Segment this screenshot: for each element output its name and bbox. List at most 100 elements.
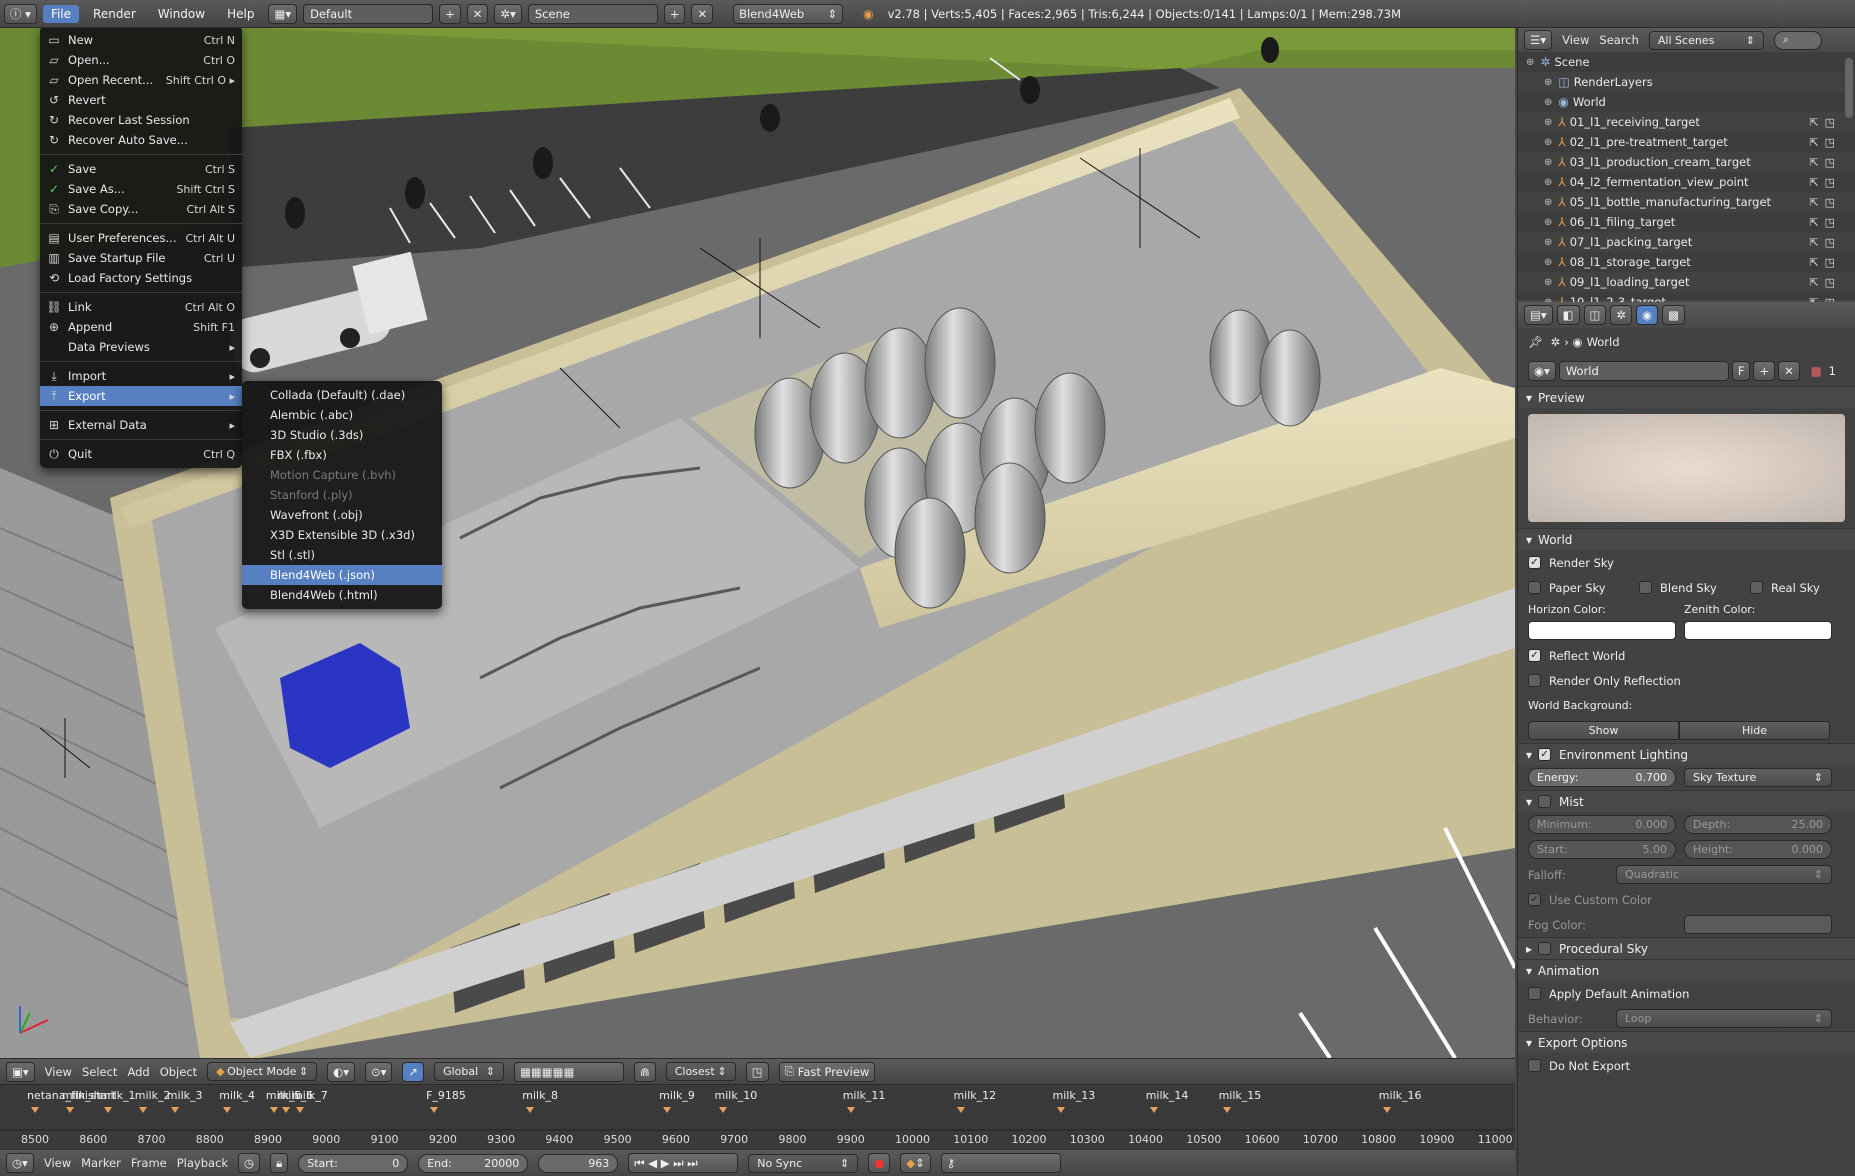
expand-toggle-icon[interactable]: ⊕: [1544, 257, 1552, 268]
render-only-reflection-row[interactable]: Render Only Reflection: [1518, 668, 1855, 693]
mist-height-field[interactable]: Height: 0.000: [1684, 840, 1832, 859]
expand-toggle-icon[interactable]: ⊕: [1544, 77, 1552, 88]
world-name-field[interactable]: World: [1558, 361, 1729, 381]
file-menu-item-quit[interactable]: ⏻ Quit Ctrl Q: [40, 444, 242, 464]
expand-toggle-icon[interactable]: ⊕: [1544, 97, 1552, 108]
file-menu-item-open[interactable]: ▱ Open... Ctrl O: [40, 50, 242, 70]
outliner-item[interactable]: ⊕ ⅄ 09_l1_loading_target ⇱◳: [1518, 272, 1855, 292]
render-tab-icon[interactable]: ◧: [1556, 305, 1580, 325]
outliner-view-menu[interactable]: View: [1562, 33, 1589, 47]
timeline-marker-icon[interactable]: [846, 1107, 855, 1113]
pivot-dropdown[interactable]: ⊙ ▾: [365, 1061, 393, 1082]
file-menu-item-link[interactable]: ⛓︎ Link Ctrl Alt O: [40, 297, 242, 317]
scene-tab-icon[interactable]: ✲: [1610, 305, 1633, 325]
render-engine-dropdown[interactable]: Blend4Web ⇕: [733, 3, 844, 24]
mist-start-field[interactable]: Start: 5.00: [1528, 840, 1676, 859]
manipulator-toggle[interactable]: ↗: [402, 1061, 425, 1082]
menu-file[interactable]: File: [42, 4, 80, 23]
export-menu-item-3d-studio-3ds[interactable]: 3D Studio (.3ds): [242, 425, 442, 445]
restrict-toggles[interactable]: ⇱◳: [1809, 216, 1841, 229]
add-scene-button[interactable]: +: [663, 3, 686, 24]
outliner-scrollbar[interactable]: [1845, 58, 1853, 118]
render-sky-row[interactable]: ✓ Render Sky: [1518, 550, 1855, 575]
viewport-select-menu[interactable]: Select: [82, 1065, 117, 1079]
file-menu-item-save-as[interactable]: ✓ Save As... Shift Ctrl S: [40, 179, 242, 199]
unlink-world-button[interactable]: ✕: [1778, 361, 1800, 381]
paper-sky-checkbox[interactable]: [1528, 581, 1541, 594]
outliner-item[interactable]: ⊕ ◫ RenderLayers: [1518, 72, 1855, 92]
timeline-marker-icon[interactable]: [718, 1107, 727, 1113]
file-menu-item-append[interactable]: ⊕ Append Shift F1: [40, 317, 242, 337]
zenith-color-swatch[interactable]: [1684, 621, 1832, 640]
3d-viewport[interactable]: ▭ New Ctrl N ▱ Open... Ctrl O ▱ Open Recent... S…: [0, 28, 1515, 1058]
add-layout-button[interactable]: +: [439, 3, 461, 24]
keying-set-dropdown[interactable]: ◆ ⇕: [900, 1153, 931, 1173]
environment-lighting-checkbox[interactable]: ✓: [1538, 748, 1552, 761]
export-menu-item-x3d-extensible-3d-x3d[interactable]: X3D Extensible 3D (.x3d): [242, 525, 442, 545]
snap-toggle[interactable]: ⋒: [634, 1061, 656, 1082]
preview-range-toggle[interactable]: ◷: [238, 1153, 261, 1173]
file-menu-item-export[interactable]: ⤒ Export ▸: [40, 386, 242, 406]
viewport-editor-type-button[interactable]: ▣ ▾: [6, 1061, 35, 1082]
viewport-object-menu[interactable]: Object: [160, 1065, 197, 1079]
layout-selector-button[interactable]: ▦ ▾: [268, 3, 298, 24]
timeline-marker-icon[interactable]: [30, 1107, 39, 1113]
timeline-marker-icon[interactable]: [1149, 1107, 1158, 1113]
scene-name-field[interactable]: Scene: [527, 3, 658, 24]
export-menu-item-alembic-abc[interactable]: Alembic (.abc): [242, 405, 442, 425]
world-browse-button[interactable]: ◉▾: [1528, 361, 1556, 381]
mist-depth-field[interactable]: Depth: 25.00: [1684, 815, 1832, 834]
show-button[interactable]: Show: [1528, 721, 1679, 740]
scene-selector-button[interactable]: ✲ ▾: [494, 3, 522, 24]
start-frame-field[interactable]: Start: 0: [298, 1153, 409, 1173]
outliner-item[interactable]: ⊕ ⅄ 03_l1_production_cream_target ⇱◳: [1518, 152, 1855, 172]
timeline-marker-icon[interactable]: [269, 1107, 278, 1113]
render-layers-tab-icon[interactable]: ◫: [1583, 305, 1607, 325]
restrict-toggles[interactable]: ⇱◳: [1809, 276, 1841, 289]
outliner-item[interactable]: ⊕ ⅄ 01_l1_receiving_target ⇱◳: [1518, 112, 1855, 132]
expand-toggle-icon[interactable]: ⊕: [1544, 177, 1552, 188]
apply-default-animation-row[interactable]: Apply Default Animation: [1518, 981, 1855, 1006]
world-panel-header[interactable]: ▾ World: [1518, 528, 1855, 550]
file-menu-item-recover-last-session[interactable]: ↻ Recover Last Session: [40, 110, 242, 130]
sync-mode-dropdown[interactable]: No Sync ⇕: [748, 1153, 859, 1173]
timeline-marker-icon[interactable]: [296, 1107, 305, 1113]
viewport-add-menu[interactable]: Add: [127, 1065, 149, 1079]
outliner-search-input[interactable]: ⌕: [1773, 30, 1822, 50]
export-menu-item-stl-stl[interactable]: Stl (.stl): [242, 545, 442, 565]
file-menu-item-revert[interactable]: ↺ Revert: [40, 90, 242, 110]
expand-toggle-icon[interactable]: ⊕: [1544, 277, 1552, 288]
preview-panel-header[interactable]: ▾ Preview: [1518, 386, 1855, 408]
render-preview-button[interactable]: ◳: [745, 1061, 769, 1082]
pin-icon[interactable]: 📌︎: [1528, 335, 1543, 349]
timeline-view-menu[interactable]: View: [44, 1156, 71, 1170]
outliner-display-mode-dropdown[interactable]: All Scenes ⇕: [1648, 30, 1764, 50]
export-options-header[interactable]: ▾ Export Options: [1518, 1031, 1855, 1053]
timeline-marker-icon[interactable]: [1222, 1107, 1231, 1113]
delete-layout-button[interactable]: ✕: [466, 3, 489, 24]
fake-user-button[interactable]: F: [1731, 361, 1751, 381]
mist-panel-header[interactable]: ▾ Mist: [1518, 790, 1855, 812]
fast-preview-button[interactable]: ⎘ Fast Preview: [778, 1061, 876, 1082]
timeline-playback-menu[interactable]: Playback: [177, 1156, 228, 1170]
restrict-toggles[interactable]: ⇱◳: [1809, 196, 1841, 209]
blend-sky-checkbox[interactable]: [1639, 581, 1652, 594]
procedural-sky-header[interactable]: ▸ Procedural Sky: [1518, 937, 1855, 959]
menu-render[interactable]: Render: [85, 5, 144, 23]
mist-minimum-field[interactable]: Minimum: 0.000: [1528, 815, 1676, 834]
orientation-dropdown[interactable]: Global ⇕: [434, 1062, 505, 1081]
outliner-search-menu[interactable]: Search: [1599, 33, 1639, 47]
keying-set-field[interactable]: ⚷: [940, 1153, 1061, 1173]
do-not-export-checkbox[interactable]: [1528, 1059, 1541, 1072]
timeline-editor-type-button[interactable]: ◷ ▾: [6, 1153, 34, 1173]
render-only-reflection-checkbox[interactable]: [1528, 674, 1541, 687]
outliner-item[interactable]: ⊕ ⅄ 06_l1_filing_target ⇱◳: [1518, 212, 1855, 232]
mist-checkbox[interactable]: [1538, 795, 1552, 808]
hide-button[interactable]: Hide: [1679, 721, 1830, 740]
outliner-item[interactable]: ⊕ ✲ Scene: [1518, 52, 1855, 72]
file-menu-item-recover-auto-save[interactable]: ↻ Recover Auto Save...: [40, 130, 242, 150]
restrict-toggles[interactable]: ⇱◳: [1809, 236, 1841, 249]
use-custom-color-checkbox[interactable]: ✓: [1528, 893, 1541, 906]
outliner-item[interactable]: ⊕ ⅄ 08_l1_storage_target ⇱◳: [1518, 252, 1855, 272]
procedural-sky-checkbox[interactable]: [1538, 942, 1552, 955]
